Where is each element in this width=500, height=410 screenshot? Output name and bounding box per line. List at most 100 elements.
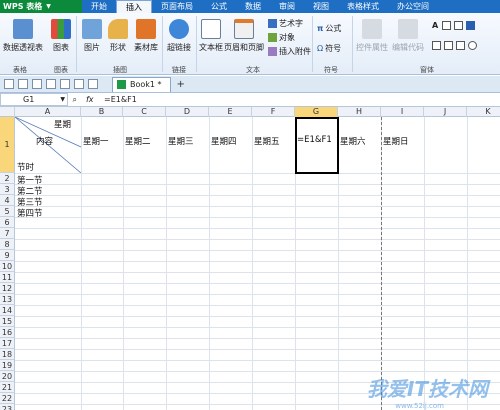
undo-icon[interactable]	[74, 79, 84, 89]
column-header-j[interactable]: J	[424, 107, 467, 117]
chart-button[interactable]: 图表	[51, 19, 71, 53]
form-controls-row-2[interactable]	[432, 41, 479, 50]
material-library-icon	[136, 19, 156, 39]
name-box[interactable]: G1 ▼	[0, 93, 68, 106]
header-footer-button[interactable]: 页眉和页脚	[224, 19, 264, 53]
form-controls-row-1[interactable]: A	[432, 21, 477, 30]
row-header-19[interactable]: 19	[0, 360, 15, 371]
row-header-16[interactable]: 16	[0, 327, 15, 338]
menu-bar: WPS 表格 ▼ 开始 插入 页面布局 公式 数据 审阅 视图 表格样式 办公空…	[0, 0, 500, 13]
column-header-k[interactable]: K	[467, 107, 500, 117]
symbol-label: 符号	[325, 44, 342, 53]
column-header-g[interactable]: G	[295, 107, 338, 117]
cell-d1: 星期三	[168, 137, 194, 147]
menu-start[interactable]: 开始	[82, 0, 116, 13]
column-header-row: A B C D E F G H I J K	[0, 107, 500, 117]
picture-button[interactable]: 图片	[82, 19, 102, 53]
hyperlink-button[interactable]: 超链接	[167, 19, 191, 53]
row-header-10[interactable]: 10	[0, 261, 15, 272]
row-header-14[interactable]: 14	[0, 305, 15, 316]
active-cell-g1[interactable]	[295, 117, 339, 174]
app-logo[interactable]: WPS 表格 ▼	[0, 0, 82, 13]
column-header-h[interactable]: H	[338, 107, 381, 117]
edit-code-button[interactable]: 编辑代码	[392, 19, 424, 53]
menu-table-style[interactable]: 表格样式	[338, 0, 388, 13]
select-all-corner[interactable]	[0, 107, 15, 117]
row-header-11[interactable]: 11	[0, 272, 15, 283]
quick-access-toolbar: Book1 * +	[0, 76, 500, 93]
menu-insert[interactable]: 插入	[116, 0, 152, 13]
material-library-button[interactable]: 素材库	[134, 19, 158, 53]
fx-icon[interactable]: fx	[86, 95, 94, 104]
page-break-line	[381, 117, 382, 410]
row-header-8[interactable]: 8	[0, 239, 15, 250]
tab-book1[interactable]: Book1 *	[112, 76, 171, 92]
column-header-f[interactable]: F	[252, 107, 295, 117]
print-icon[interactable]	[46, 79, 56, 89]
column-header-a[interactable]: A	[15, 107, 81, 117]
pivot-table-button[interactable]: 数据透视表	[3, 19, 43, 53]
object-button[interactable]: 对象	[268, 32, 295, 43]
row-header-21[interactable]: 21	[0, 382, 15, 393]
row-header-9[interactable]: 9	[0, 250, 15, 261]
column-header-i[interactable]: I	[381, 107, 424, 117]
print-preview-icon[interactable]	[60, 79, 70, 89]
row-header-17[interactable]: 17	[0, 338, 15, 349]
row-header-22[interactable]: 22	[0, 393, 15, 404]
redo-icon[interactable]	[88, 79, 98, 89]
object-icon	[268, 33, 277, 42]
row-header-15[interactable]: 15	[0, 316, 15, 327]
omega-icon: Ω	[317, 44, 324, 53]
menu-office-space[interactable]: 办公空间	[388, 0, 438, 13]
chart-label: 图表	[53, 43, 69, 52]
symbol-button[interactable]: Ω 符号	[317, 43, 341, 54]
row-header-4[interactable]: 4	[0, 195, 15, 206]
group-label-form: 窗体	[420, 66, 434, 74]
hyperlink-label: 超链接	[167, 43, 191, 52]
combo-box-control-icon	[444, 41, 453, 50]
pivot-table-icon	[13, 19, 33, 39]
save-icon[interactable]	[32, 79, 42, 89]
shape-button[interactable]: 形状	[108, 19, 128, 53]
column-header-e[interactable]: E	[209, 107, 252, 117]
row-header-3[interactable]: 3	[0, 184, 15, 195]
text-box-button[interactable]: 文本框	[199, 19, 223, 53]
menu-review[interactable]: 审阅	[270, 0, 304, 13]
control-properties-button[interactable]: 控件属性	[356, 19, 388, 53]
menu-data[interactable]: 数据	[236, 0, 270, 13]
row-header-23[interactable]: 23	[0, 404, 15, 410]
picture-icon	[82, 19, 102, 39]
column-header-b[interactable]: B	[81, 107, 123, 117]
row-header-1[interactable]: 1	[0, 117, 15, 173]
row-header-2[interactable]: 2	[0, 173, 15, 184]
group-label-chart: 图表	[54, 66, 68, 74]
cell-area[interactable]: 星期 内容 节时 星期一 星期二 星期三 星期四 星期五 =E1&F1 星期六 …	[15, 117, 500, 410]
new-tab-button[interactable]: +	[177, 79, 185, 90]
formula-button[interactable]: π 公式	[317, 23, 341, 34]
cell-a1-period: 节时	[17, 163, 35, 173]
pivot-table-label: 数据透视表	[3, 43, 43, 52]
menu-view[interactable]: 视图	[304, 0, 338, 13]
row-header-13[interactable]: 13	[0, 294, 15, 305]
group-label-symbol: 符号	[324, 66, 338, 74]
row-header-18[interactable]: 18	[0, 349, 15, 360]
new-file-icon[interactable]	[4, 79, 14, 89]
row-header-20[interactable]: 20	[0, 371, 15, 382]
insert-attachment-button[interactable]: 插入附件	[268, 46, 311, 57]
cell-b1: 星期一	[83, 137, 109, 147]
row-header-12[interactable]: 12	[0, 283, 15, 294]
edit-code-icon	[398, 19, 418, 39]
row-header-7[interactable]: 7	[0, 228, 15, 239]
search-icon[interactable]: ⌕	[72, 95, 76, 105]
row-header-5[interactable]: 5	[0, 206, 15, 217]
open-file-icon[interactable]	[18, 79, 28, 89]
formula-input[interactable]: =E1&F1	[98, 95, 137, 104]
column-header-c[interactable]: C	[123, 107, 166, 117]
column-header-d[interactable]: D	[166, 107, 209, 117]
object-label: 对象	[279, 33, 295, 42]
menu-formula[interactable]: 公式	[202, 0, 236, 13]
menu-page-layout[interactable]: 页面布局	[152, 0, 202, 13]
row-header-6[interactable]: 6	[0, 217, 15, 228]
text-box-icon	[201, 19, 221, 39]
word-art-button[interactable]: 艺术字	[268, 18, 303, 29]
